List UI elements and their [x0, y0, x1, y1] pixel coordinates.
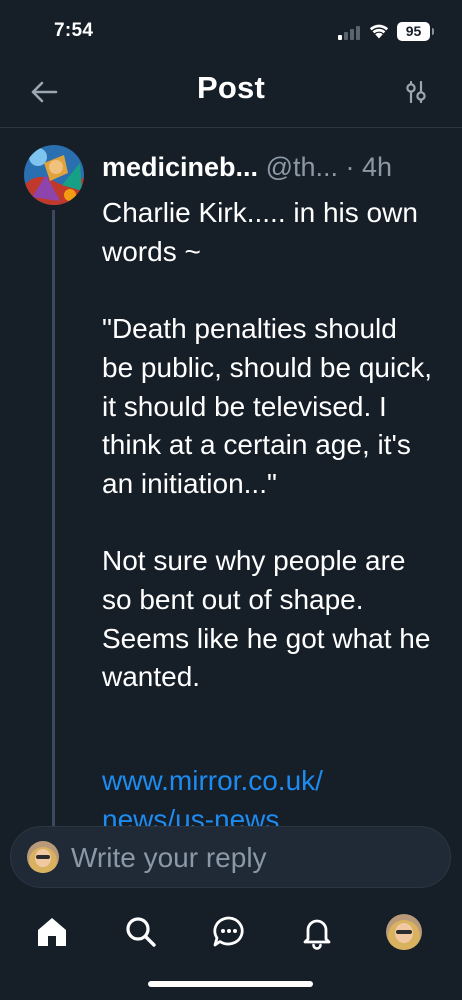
meta-separator: · — [345, 152, 355, 182]
home-indicator — [148, 981, 313, 987]
home-icon — [38, 918, 66, 946]
wifi-icon — [369, 24, 389, 39]
nav-search[interactable] — [119, 910, 163, 954]
search-icon — [126, 917, 156, 947]
author-avatar[interactable] — [24, 145, 84, 205]
post-body: Charlie Kirk..... in his own words ~ "De… — [102, 197, 432, 693]
bell-icon — [303, 919, 331, 950]
post[interactable]: medicineb... @th... · 4h Charlie Kirk...… — [0, 128, 462, 828]
post-link[interactable]: www.mirror.co.uk/ news/us-news — [102, 762, 432, 828]
status-time: 7:54 — [54, 20, 94, 41]
author-name[interactable]: medicineb... — [102, 152, 258, 182]
post-meta: medicineb... @th... · 4h — [102, 150, 447, 184]
author-handle[interactable]: @th... — [266, 152, 338, 182]
user-avatar — [27, 841, 59, 873]
cellular-signal-icon — [338, 26, 362, 40]
nav-home[interactable] — [30, 910, 74, 954]
nav-profile[interactable] — [382, 910, 426, 954]
thread-settings-button[interactable] — [398, 74, 434, 110]
reply-input[interactable] — [71, 839, 431, 877]
thread-line — [52, 210, 55, 828]
nav-chat[interactable] — [207, 910, 251, 954]
battery-indicator: 95 — [397, 22, 434, 41]
bottom-nav — [0, 898, 462, 968]
page-title: Post — [197, 70, 265, 105]
post-timestamp: 4h — [362, 152, 393, 182]
status-bar: 7:54 95 — [0, 0, 462, 62]
sliders-icon — [406, 80, 426, 104]
chat-icon — [213, 916, 244, 947]
post-header-bar: Post — [0, 62, 462, 128]
nav-notifications[interactable] — [295, 910, 339, 954]
profile-avatar — [386, 914, 422, 950]
reply-bar[interactable] — [10, 826, 451, 888]
